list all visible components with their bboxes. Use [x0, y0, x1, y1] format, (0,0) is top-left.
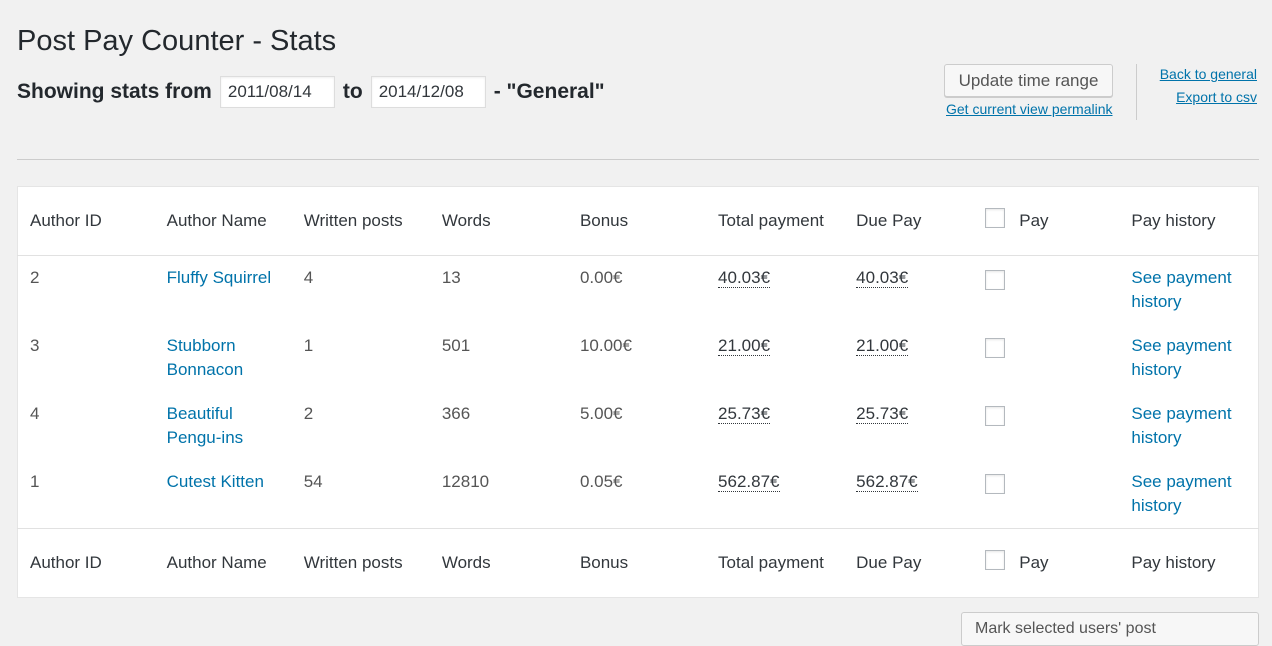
- cell-total-payment: 21.00€: [706, 324, 844, 392]
- pay-checkbox[interactable]: [985, 474, 1006, 495]
- page-title: Post Pay Counter - Stats: [17, 25, 337, 57]
- cell-words: 366: [441, 404, 471, 423]
- col-words[interactable]: Words: [429, 186, 568, 256]
- col-due-pay[interactable]: Due Pay: [844, 186, 982, 256]
- cell-author-name: Beautiful Pengu-ins: [155, 392, 292, 460]
- author-name-link[interactable]: Beautiful Pengu-ins: [167, 404, 244, 447]
- col-pay-label: Pay: [1019, 211, 1049, 230]
- cell-bonus: 0.00€: [579, 268, 623, 287]
- due-pay-value[interactable]: 562.87€: [856, 472, 918, 492]
- total-payment-value[interactable]: 21.00€: [718, 336, 771, 356]
- select-all-checkbox-footer[interactable]: [985, 549, 1006, 570]
- cell-due-pay: 562.87€: [844, 460, 981, 529]
- time-range-row: Showing stats from to - "General": [17, 76, 605, 108]
- cell-author-id: 2: [30, 268, 40, 287]
- col-total-payment[interactable]: Total payment: [706, 186, 845, 256]
- due-pay-value[interactable]: 25.73€: [856, 404, 909, 424]
- due-pay-value[interactable]: 21.00€: [856, 336, 909, 356]
- author-name-link[interactable]: Stubborn Bonnacon: [167, 336, 244, 379]
- pay-checkbox[interactable]: [985, 338, 1006, 359]
- see-payment-history-link[interactable]: See payment history: [1131, 472, 1231, 515]
- cell-author-name: Stubborn Bonnacon: [155, 324, 292, 392]
- vertical-divider: [1136, 64, 1137, 120]
- view-label: - "General": [493, 80, 605, 103]
- due-pay-value[interactable]: 40.03€: [856, 268, 909, 288]
- total-payment-value[interactable]: 25.73€: [718, 404, 771, 424]
- cell-due-pay: 40.03€: [844, 256, 981, 325]
- pay-checkbox[interactable]: [985, 406, 1006, 427]
- foot-col-pay-label: Pay: [1019, 553, 1049, 572]
- see-payment-history-link[interactable]: See payment history: [1131, 268, 1231, 311]
- cell-author-name: Cutest Kitten: [155, 460, 292, 529]
- cell-total-payment: 562.87€: [706, 460, 844, 529]
- cell-author-id: 3: [30, 336, 40, 355]
- cell-total-payment: 40.03€: [706, 256, 844, 325]
- stats-table: Author ID Author Name Written posts Word…: [17, 186, 1259, 598]
- cell-bonus: 0.05€: [579, 472, 623, 491]
- table-row: 3 Stubborn Bonnacon 1 501 10.00€ 21.00€ …: [18, 324, 1259, 392]
- cell-author-id: 1: [30, 472, 40, 491]
- to-label: to: [342, 80, 363, 103]
- col-pay: Pay: [981, 186, 1120, 256]
- author-name-link[interactable]: Cutest Kitten: [167, 472, 264, 491]
- foot-col-bonus[interactable]: Bonus: [567, 528, 707, 598]
- table-row: 1 Cutest Kitten 54 12810 0.05€ 562.87€ 5…: [18, 460, 1259, 529]
- cell-bonus: 5.00€: [579, 404, 623, 423]
- foot-col-written-posts[interactable]: Written posts: [291, 528, 430, 598]
- table-row: 2 Fluffy Squirrel 4 13 0.00€ 40.03€ 40.0…: [18, 256, 1259, 325]
- col-pay-history: Pay history: [1119, 186, 1259, 256]
- see-payment-history-link[interactable]: See payment history: [1131, 336, 1231, 379]
- table-row: 4 Beautiful Pengu-ins 2 366 5.00€ 25.73€…: [18, 392, 1259, 460]
- cell-bonus: 10.00€: [579, 336, 632, 355]
- cell-written-posts: 2: [303, 404, 314, 423]
- foot-col-author-id[interactable]: Author ID: [17, 528, 155, 598]
- date-from-input[interactable]: [219, 76, 335, 108]
- back-to-general-link[interactable]: Back to general: [1160, 66, 1257, 82]
- mark-selected-paid-button[interactable]: Mark selected users' post: [961, 612, 1259, 646]
- export-csv-link[interactable]: Export to csv: [1176, 89, 1257, 105]
- foot-col-total-payment[interactable]: Total payment: [706, 528, 845, 598]
- cell-written-posts: 54: [303, 472, 323, 491]
- cell-written-posts: 4: [303, 268, 314, 287]
- cell-author-name: Fluffy Squirrel: [155, 256, 292, 325]
- cell-words: 13: [441, 268, 461, 287]
- cell-total-payment: 25.73€: [706, 392, 844, 460]
- table-header-row: Author ID Author Name Written posts Word…: [17, 186, 1259, 256]
- cell-due-pay: 21.00€: [844, 324, 981, 392]
- permalink-link[interactable]: Get current view permalink: [946, 101, 1113, 117]
- showing-from-label: Showing stats from: [17, 80, 212, 103]
- cell-pay-history: See payment history: [1119, 392, 1258, 460]
- cell-written-posts: 1: [303, 336, 314, 355]
- col-written-posts[interactable]: Written posts: [291, 186, 430, 256]
- foot-col-words[interactable]: Words: [429, 528, 568, 598]
- cell-pay: [981, 256, 1119, 325]
- see-payment-history-link[interactable]: See payment history: [1131, 404, 1231, 447]
- cell-words: 12810: [441, 472, 490, 491]
- select-all-checkbox[interactable]: [985, 207, 1006, 228]
- table-footer-row: Author ID Author Name Written posts Word…: [17, 528, 1259, 598]
- col-author-id[interactable]: Author ID: [17, 186, 155, 256]
- cell-pay-history: See payment history: [1119, 324, 1258, 392]
- foot-col-pay-history: Pay history: [1119, 528, 1259, 598]
- cell-due-pay: 25.73€: [844, 392, 981, 460]
- cell-pay: [981, 392, 1119, 460]
- date-to-input[interactable]: [370, 76, 486, 108]
- cell-pay: [981, 324, 1119, 392]
- cell-words: 501: [441, 336, 471, 355]
- total-payment-value[interactable]: 562.87€: [718, 472, 780, 492]
- col-bonus[interactable]: Bonus: [567, 186, 707, 256]
- cell-pay-history: See payment history: [1119, 460, 1258, 529]
- pay-checkbox[interactable]: [985, 270, 1006, 291]
- cell-pay: [981, 460, 1119, 529]
- foot-col-author-name[interactable]: Author Name: [154, 528, 292, 598]
- cell-pay-history: See payment history: [1119, 256, 1258, 325]
- foot-col-due-pay[interactable]: Due Pay: [844, 528, 982, 598]
- author-name-link[interactable]: Fluffy Squirrel: [167, 268, 272, 287]
- horizontal-divider: [17, 159, 1259, 160]
- total-payment-value[interactable]: 40.03€: [718, 268, 771, 288]
- col-author-name[interactable]: Author Name: [154, 186, 292, 256]
- cell-author-id: 4: [30, 404, 40, 423]
- update-time-range-button[interactable]: Update time range: [944, 64, 1113, 97]
- foot-col-pay: Pay: [981, 528, 1120, 598]
